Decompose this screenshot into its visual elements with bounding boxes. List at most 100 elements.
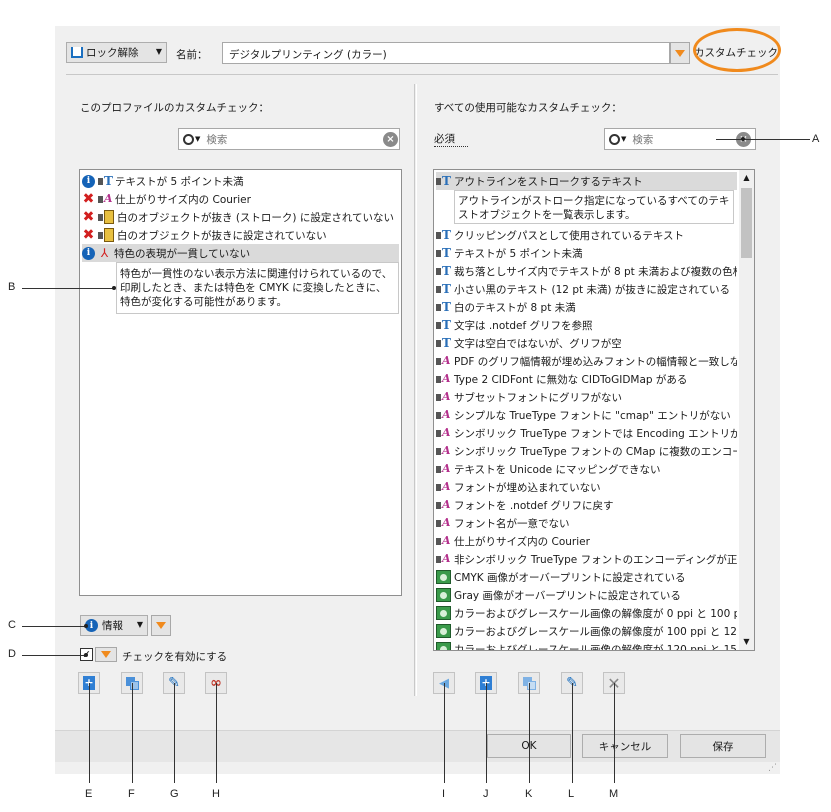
callout-line-j: [486, 683, 487, 783]
callout-f: F: [128, 788, 135, 800]
list-item[interactable]: T 裁ち落としサイズ内でテキストが 8 pt 未満および複数の色材を使: [436, 262, 737, 280]
list-item[interactable]: A非シンボリック TrueType フォントのエンコーディングが正しくない: [436, 550, 737, 568]
list-item[interactable]: カラーおよびグレースケール画像の解像度が 120 ppi と 150 pp: [436, 640, 737, 650]
lock-icon: [436, 267, 441, 275]
lock-dropdown[interactable]: ロック解除 ▼: [66, 42, 167, 63]
list-item[interactable]: ✖ A 仕上がりサイズ内の Courier: [82, 190, 399, 208]
list-item[interactable]: A フォントが埋め込まれていない: [436, 478, 737, 496]
callout-l: L: [568, 788, 575, 800]
severity-options-button[interactable]: [151, 615, 171, 636]
callout-line-g: [174, 683, 175, 783]
list-item[interactable]: A フォント名が一意でない: [436, 514, 737, 532]
chevron-down-icon: ▼: [155, 47, 162, 56]
list-item[interactable]: T 白のテキストが 8 pt 未満: [436, 298, 737, 316]
chevron-down-icon: [101, 651, 111, 658]
list-item[interactable]: A サブセットフォントにグリフがない: [436, 388, 737, 406]
lock-icon: [436, 411, 441, 419]
list-item[interactable]: カラーおよびグレースケール画像の解像度が 100 ppi と 120 pp: [436, 622, 737, 640]
callout-line-c: [22, 626, 86, 627]
list-item[interactable]: A PDF のグリフ幅情報が埋め込みフォントの幅情報と一致しない: [436, 352, 737, 370]
list-item-selected[interactable]: T アウトラインをストロークするテキスト: [436, 172, 737, 190]
object-icon: [104, 210, 114, 224]
list-item[interactable]: CMYK 画像がオーバープリントに設定されている: [436, 568, 737, 586]
list-item[interactable]: A Type 2 CIDFont に無効な CIDToGIDMap がある: [436, 370, 737, 388]
right-section-title: すべての使用可能なカスタムチェック：: [434, 102, 622, 114]
list-item[interactable]: Aシンボリック TrueType フォントでは Encoding エントリが禁止…: [436, 424, 737, 442]
error-icon: ✖: [82, 208, 95, 225]
list-item[interactable]: ✖ 白のオブジェクトが抜き (ストローク) に設定されていない: [82, 208, 399, 226]
callout-d: D: [8, 648, 16, 660]
clear-search-icon[interactable]: ×: [383, 132, 398, 147]
font-icon: A: [442, 552, 451, 565]
callout-a: A: [812, 133, 820, 145]
list-item-selected[interactable]: i ⅄ 特色の表現が一貫していない: [82, 244, 399, 262]
image-icon: [436, 588, 451, 602]
severity-dropdown[interactable]: i 情報 ▼: [80, 615, 148, 636]
text-icon: T: [442, 174, 451, 188]
scroll-thumb[interactable]: [741, 188, 752, 258]
lock-icon: [436, 483, 441, 491]
required-filter[interactable]: 必須: [434, 131, 468, 147]
lock-icon: [436, 231, 441, 239]
font-icon: A: [442, 354, 451, 367]
info-icon: i: [82, 174, 95, 188]
lock-icon: [436, 393, 441, 401]
lock-icon: [436, 519, 441, 527]
name-value: デジタルプリンティング (カラー): [229, 49, 387, 61]
list-item[interactable]: T クリッピングパスとして使用されているテキスト: [436, 226, 737, 244]
font-icon: A: [442, 426, 451, 439]
text-icon: T: [442, 318, 451, 332]
lock-icon: [436, 321, 441, 329]
resize-grip-icon[interactable]: ⋰: [768, 763, 778, 773]
name-label: 名前：: [176, 49, 208, 61]
search-options-icon: ▼: [621, 135, 627, 143]
chevron-down-icon: [156, 622, 166, 629]
custom-check-highlight: [693, 28, 781, 72]
list-item[interactable]: T 小さい黒のテキスト (12 pt 未満) が抜きに設定されている: [436, 280, 737, 298]
list-item[interactable]: Gray 画像がオーバープリントに設定されている: [436, 586, 737, 604]
left-search-input[interactable]: ▼ 検索 ×: [178, 128, 400, 150]
font-icon: A: [442, 534, 451, 547]
list-item[interactable]: A フォントを .notdef グリフに戻す: [436, 496, 737, 514]
callout-line-a: [716, 139, 810, 140]
available-checks-list[interactable]: T アウトラインをストロークするテキスト アウトラインがストローク指定になっているす…: [433, 169, 755, 651]
list-item[interactable]: A シンプルな TrueType フォントに "cmap" エントリがない: [436, 406, 737, 424]
list-item[interactable]: ✖ 白のオブジェクトが抜きに設定されていない: [82, 226, 399, 244]
callout-m: M: [609, 788, 619, 800]
unlock-icon: [71, 47, 83, 58]
scroll-up-icon[interactable]: ▲: [739, 170, 754, 186]
enable-label: チェックを有効にする: [122, 651, 228, 663]
scrollbar[interactable]: ▲ ▼: [739, 170, 754, 650]
list-item[interactable]: A テキストを Unicode にマッピングできない: [436, 460, 737, 478]
scroll-down-icon[interactable]: ▼: [739, 634, 754, 650]
list-item[interactable]: T 文字は空白ではないが、グリフが空: [436, 334, 737, 352]
cancel-button[interactable]: キャンセル: [582, 734, 668, 758]
name-dropdown-button[interactable]: [670, 42, 690, 64]
list-item[interactable]: A 仕上がりサイズ内の Courier: [436, 532, 737, 550]
lock-icon: [436, 339, 441, 347]
lock-icon: [436, 375, 441, 383]
list-item[interactable]: i T テキストが 5 ポイント未満: [82, 172, 399, 190]
lock-icon: [98, 213, 103, 221]
enable-options-button[interactable]: [95, 647, 117, 662]
search-icon: [609, 133, 620, 145]
severity-value: 情報: [102, 620, 123, 632]
profile-checks-list[interactable]: i T テキストが 5 ポイント未満 ✖ A 仕上がりサイズ内の Courier…: [79, 169, 402, 596]
list-item[interactable]: Aシンボリック TrueType フォントの CMap に複数のエンコーディンク: [436, 442, 737, 460]
name-field[interactable]: デジタルプリンティング (カラー): [222, 42, 670, 64]
save-button[interactable]: 保存: [680, 734, 766, 758]
callout-line-h: [216, 683, 217, 783]
list-item[interactable]: T テキストが 5 ポイント未満: [436, 244, 737, 262]
lock-icon: [436, 537, 441, 545]
check-description: 特色が一貫性のない表示方法に関連付けられているので、印刷したとき、または特色を …: [116, 262, 399, 314]
lock-icon: [436, 465, 441, 473]
font-icon: A: [442, 498, 451, 511]
text-icon: T: [442, 336, 451, 350]
list-item[interactable]: T 文字は .notdef グリフを参照: [436, 316, 737, 334]
list-item[interactable]: カラーおよびグレースケール画像の解像度が 0 ppi と 100 ppi の: [436, 604, 737, 622]
font-icon: A: [442, 516, 451, 529]
callout-g: G: [170, 788, 179, 800]
pdf-icon: ⅄: [100, 246, 109, 260]
callout-h: H: [212, 788, 220, 800]
lock-icon: [436, 177, 441, 185]
